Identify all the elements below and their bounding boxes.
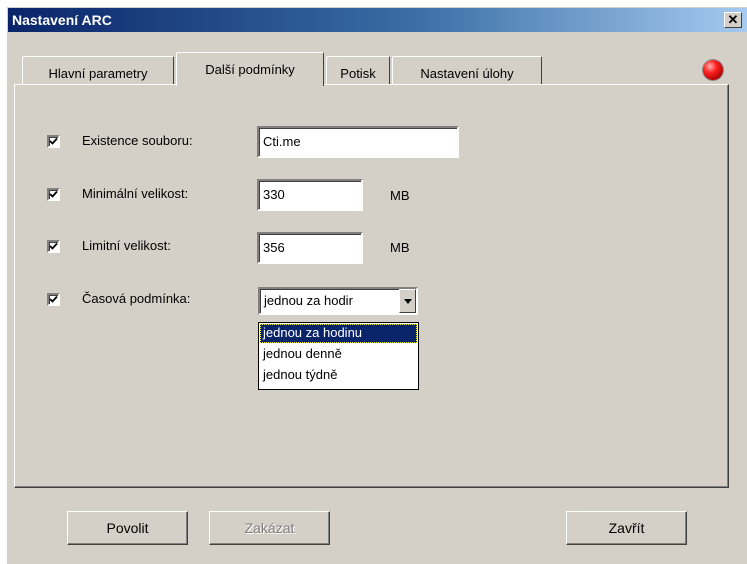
disable-button[interactable]: Zakázat (209, 511, 330, 545)
file-exists-label: Existence souboru: (82, 133, 193, 148)
title-bar: Nastavení ARC ✕ (8, 8, 747, 32)
file-exists-input[interactable]: Cti.me (257, 126, 459, 158)
tab-hlavni-parametry[interactable]: Hlavní parametry (22, 56, 174, 85)
tab-nastaveni-ulohy[interactable]: Nastavení úlohy (392, 56, 542, 85)
enable-button[interactable]: Povolit (67, 511, 188, 545)
limit-size-checkbox[interactable] (47, 240, 60, 253)
time-condition-checkbox[interactable] (47, 293, 60, 306)
limit-size-unit: MB (390, 240, 410, 255)
check-icon (49, 295, 58, 303)
dropdown-option[interactable]: jednou týdně (260, 366, 417, 385)
tab-label: Potisk (340, 66, 376, 81)
limit-size-label: Limitní velikost: (82, 238, 171, 253)
tab-dalsi-podminky[interactable]: Další podmínky (176, 52, 324, 86)
min-size-checkbox[interactable] (47, 188, 60, 201)
check-icon (49, 190, 58, 198)
tab-label: Nastavení úlohy (420, 66, 514, 81)
limit-size-input[interactable]: 356 (257, 232, 363, 264)
dropdown-option[interactable]: jednou za hodinu (260, 324, 417, 343)
time-condition-combobox[interactable]: jednou za hodir (258, 287, 418, 315)
min-size-input[interactable]: 330 (257, 179, 363, 211)
close-button[interactable]: Zavřít (566, 511, 687, 545)
min-size-label: Minimální velikost: (82, 186, 189, 201)
time-condition-label: Časová podmínka: (82, 291, 191, 306)
time-condition-dropdown-list: jednou za hodinu jednou denně jednou týd… (258, 322, 419, 390)
check-icon (49, 242, 58, 250)
min-size-unit: MB (390, 188, 410, 203)
tab-label: Hlavní parametry (48, 66, 148, 81)
tab-potisk[interactable]: Potisk (326, 56, 390, 85)
time-condition-selected: jednou za hodir (264, 293, 353, 308)
red-led-icon (703, 60, 723, 80)
chevron-down-icon[interactable] (399, 289, 416, 313)
window-title: Nastavení ARC (12, 12, 112, 28)
tab-label: Další podmínky (205, 62, 295, 77)
check-icon (49, 137, 58, 145)
close-window-button[interactable]: ✕ (724, 12, 742, 28)
file-exists-checkbox[interactable] (47, 135, 60, 148)
close-icon: ✕ (727, 12, 739, 27)
dropdown-option[interactable]: jednou denně (260, 345, 417, 364)
